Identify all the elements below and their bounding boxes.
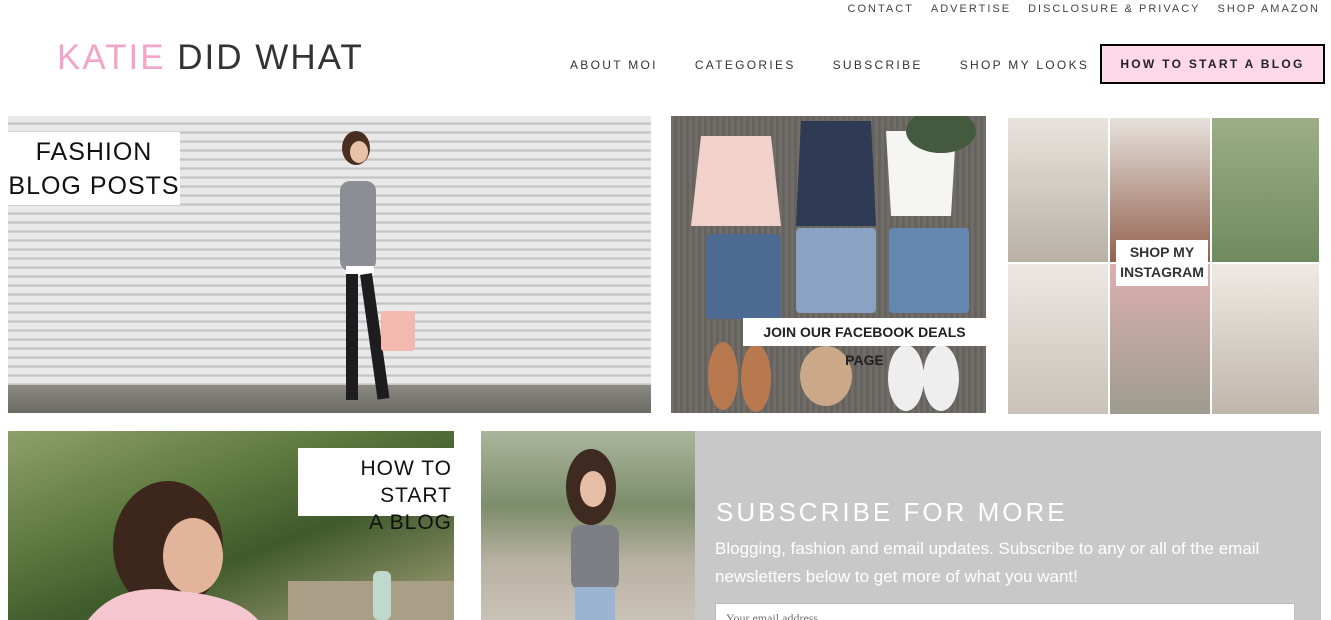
facebook-deals-tile[interactable]: JOIN OUR FACEBOOK DEALS PAGE [671, 116, 986, 413]
advertise-link[interactable]: ADVERTISE [931, 3, 1011, 15]
subscribe-photo [481, 431, 695, 620]
shop-instagram-tile[interactable]: SHOP MY INSTAGRAM [1008, 118, 1319, 414]
shop-amazon-link[interactable]: SHOP AMAZON [1218, 3, 1320, 15]
logo-katie: KATIE [57, 38, 166, 77]
nav-about-moi[interactable]: ABOUT MOI [570, 58, 658, 72]
instagram-photo-6 [1212, 264, 1319, 414]
instagram-photo-4 [1008, 264, 1108, 414]
fashion-label: FASHION BLOG POSTS [8, 132, 180, 205]
nav-shop-my-looks[interactable]: SHOP MY LOOKS [960, 58, 1090, 72]
top-utility-nav: CONTACT ADVERTISE DISCLOSURE & PRIVACY S… [831, 3, 1320, 15]
main-nav: ABOUT MOI CATEGORIES SUBSCRIBE SHOP MY L… [570, 58, 1126, 72]
email-input[interactable] [715, 603, 1295, 620]
instagram-photo-5 [1110, 264, 1210, 414]
woman-smiling-image [566, 449, 619, 620]
facebook-label: JOIN OUR FACEBOOK DEALS PAGE [743, 318, 986, 368]
subscribe-description: Blogging, fashion and email updates. Sub… [715, 539, 1260, 586]
instagram-photo-3 [1212, 118, 1319, 262]
how-to-start-label: HOW TO START A BLOG [298, 448, 454, 534]
instagram-photo-1 [1008, 118, 1108, 262]
subscribe-panel: SUBSCRIBE FOR MORE Blogging, fashion and… [695, 431, 1321, 620]
how-to-start-blog-button[interactable]: HOW TO START A BLOG [1100, 44, 1325, 84]
nav-subscribe[interactable]: SUBSCRIBE [833, 58, 923, 72]
logo-did-what: DID WHAT [177, 38, 364, 77]
contact-link[interactable]: CONTACT [848, 3, 914, 15]
woman-walking-image [340, 131, 415, 400]
flatlay-clothes-image [691, 116, 976, 412]
nav-categories[interactable]: CATEGORIES [695, 58, 796, 72]
how-to-start-blog-tile[interactable]: HOW TO START A BLOG [8, 431, 454, 620]
fashion-blog-posts-tile[interactable]: FASHION BLOG POSTS [8, 116, 651, 413]
disclosure-privacy-link[interactable]: DISCLOSURE & PRIVACY [1028, 3, 1200, 15]
site-logo[interactable]: KATIE DID WHAT [57, 38, 364, 78]
instagram-label: SHOP MY INSTAGRAM [1116, 240, 1208, 286]
subscribe-title: SUBSCRIBE FOR MORE [716, 497, 1068, 527]
